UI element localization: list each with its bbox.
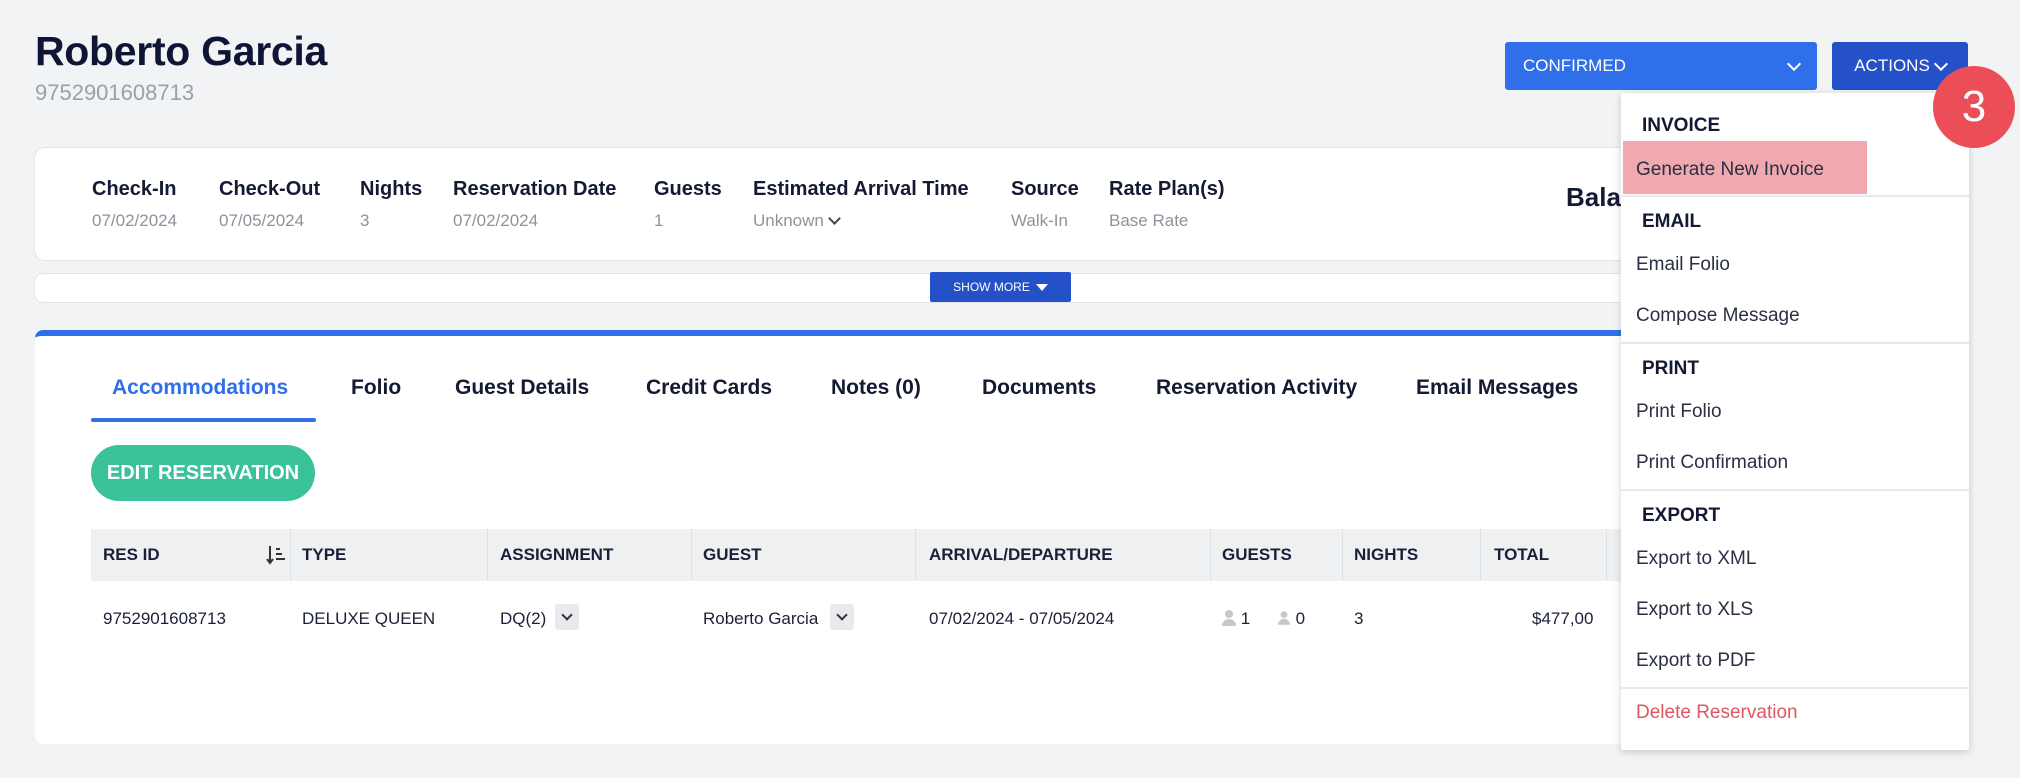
menu-section-print: PRINT: [1642, 358, 1699, 379]
chevron-down-icon: [1786, 56, 1802, 71]
info-reservation-date: Reservation Date 07/02/2024: [453, 178, 616, 231]
info-check-in: Check-In 07/02/2024: [92, 178, 177, 231]
cell-type: DELUXE QUEEN: [302, 609, 436, 628]
column-header-total: TOTAL: [1494, 545, 1550, 564]
column-divider: [691, 529, 692, 581]
column-header-guest: GUEST: [703, 545, 762, 564]
menu-section-export: EXPORT: [1642, 505, 1721, 526]
info-source: Source Walk-In: [1011, 178, 1079, 231]
show-more-bar: [35, 274, 1695, 302]
chevron-down-icon: [561, 608, 573, 621]
info-label: Source: [1011, 178, 1079, 200]
balance-label: Bala: [1566, 182, 1621, 212]
show-more-button[interactable]: SHOW MORE: [930, 272, 1071, 302]
column-divider: [1342, 529, 1343, 581]
info-value: Base Rate: [1109, 211, 1189, 230]
info-label: Check-In: [92, 178, 177, 200]
cell-assignment: DQ(2): [500, 609, 547, 628]
step-badge: 3: [1933, 66, 2015, 148]
info-label: Reservation Date: [453, 178, 617, 200]
info-value: 3: [360, 211, 370, 230]
column-divider: [915, 529, 916, 581]
email-folio-item[interactable]: Email Folio: [1636, 254, 1730, 276]
tab-notes[interactable]: Notes (0): [831, 376, 921, 400]
info-value: 07/02/2024: [453, 211, 539, 230]
chevron-down-icon: [1933, 56, 1948, 71]
cell-res-id[interactable]: 9752901608713: [103, 609, 226, 629]
generate-new-invoice-item[interactable]: Generate New Invoice: [1636, 159, 1824, 181]
info-guests: Guests 1: [654, 178, 722, 231]
guest-name: Roberto Garcia: [35, 28, 327, 74]
cell-nights: 3: [1354, 609, 1364, 628]
info-nights: Nights 3: [360, 178, 422, 231]
cell-guests: 1 0: [1222, 609, 1305, 629]
info-check-out: Check-Out 07/05/2024: [219, 178, 320, 231]
info-value: Unknown: [753, 211, 824, 230]
info-arrival-time: Estimated Arrival Time Unknown: [753, 178, 969, 231]
column-divider: [290, 529, 291, 581]
status-label: CONFIRMED: [1523, 56, 1626, 75]
arrival-time-dropdown[interactable]: Unknown: [753, 211, 969, 231]
tab-documents[interactable]: Documents: [982, 376, 1096, 400]
column-divider: [487, 529, 488, 581]
info-value: 07/05/2024: [219, 211, 305, 230]
column-header-guests: GUESTS: [1222, 545, 1292, 564]
column-divider: [1210, 529, 1211, 581]
assignment-dropdown[interactable]: [555, 604, 579, 630]
tab-reservation-activity[interactable]: Reservation Activity: [1156, 376, 1357, 400]
cell-dates: 07/02/2024 - 07/05/2024: [929, 609, 1115, 628]
column-header-assignment: ASSIGNMENT: [500, 545, 614, 564]
tab-credit-cards[interactable]: Credit Cards: [646, 376, 772, 400]
chevron-down-icon: [828, 212, 841, 225]
menu-section-invoice: INVOICE: [1642, 115, 1721, 136]
column-divider: [1606, 529, 1607, 581]
menu-section-email: EMAIL: [1642, 211, 1702, 232]
reservation-id: 9752901608713: [35, 80, 195, 105]
print-confirmation-item[interactable]: Print Confirmation: [1636, 452, 1788, 474]
tab-email-messages[interactable]: Email Messages: [1416, 376, 1578, 400]
cell-guest[interactable]: Roberto Garcia: [703, 609, 818, 629]
active-tab-indicator: [91, 418, 316, 422]
info-label: Guests: [654, 178, 722, 200]
tab-accommodations[interactable]: Accommodations: [112, 376, 288, 400]
info-label: Nights: [360, 178, 423, 200]
export-xml-item[interactable]: Export to XML: [1636, 548, 1756, 570]
guest-dropdown[interactable]: [830, 604, 854, 630]
info-value: 07/02/2024: [92, 211, 178, 230]
info-label: Check-Out: [219, 178, 321, 200]
actions-label: ACTIONS: [1854, 56, 1930, 75]
tab-folio[interactable]: Folio: [351, 376, 401, 400]
children-count: 0: [1295, 609, 1306, 628]
cell-total: $477,00: [1532, 609, 1594, 628]
compose-message-item[interactable]: Compose Message: [1636, 305, 1800, 327]
export-pdf-item[interactable]: Export to PDF: [1636, 650, 1755, 672]
sort-icon[interactable]: [266, 544, 286, 566]
child-icon: [1277, 611, 1290, 625]
caret-down-icon: [1035, 283, 1048, 291]
column-divider: [1480, 529, 1481, 581]
info-label: Estimated Arrival Time: [753, 178, 969, 200]
adult-icon: [1222, 610, 1236, 626]
column-header-arrival-departure: ARRIVAL/DEPARTURE: [929, 545, 1113, 564]
menu-divider: [1621, 489, 1969, 491]
print-folio-item[interactable]: Print Folio: [1636, 401, 1722, 423]
adults-count: 1: [1240, 609, 1251, 628]
menu-divider: [1621, 342, 1969, 344]
status-dropdown[interactable]: CONFIRMED: [1505, 42, 1817, 90]
info-rate-plan: Rate Plan(s) Base Rate: [1109, 178, 1225, 231]
info-value: Walk-In: [1011, 211, 1068, 230]
column-header-res-id[interactable]: RES ID: [103, 545, 160, 565]
info-label: Rate Plan(s): [1109, 178, 1225, 200]
column-header-type: TYPE: [302, 545, 347, 564]
menu-divider: [1621, 687, 1969, 689]
info-value: 1: [654, 211, 664, 230]
edit-reservation-button[interactable]: EDIT RESERVATION: [91, 445, 315, 501]
menu-divider: [1621, 195, 1969, 197]
tab-guest-details[interactable]: Guest Details: [455, 376, 589, 400]
column-header-nights: NIGHTS: [1354, 545, 1419, 564]
chevron-down-icon: [836, 608, 848, 621]
show-more-label: SHOW MORE: [953, 280, 1030, 294]
delete-reservation-item[interactable]: Delete Reservation: [1636, 702, 1798, 724]
export-xls-item[interactable]: Export to XLS: [1636, 599, 1753, 621]
